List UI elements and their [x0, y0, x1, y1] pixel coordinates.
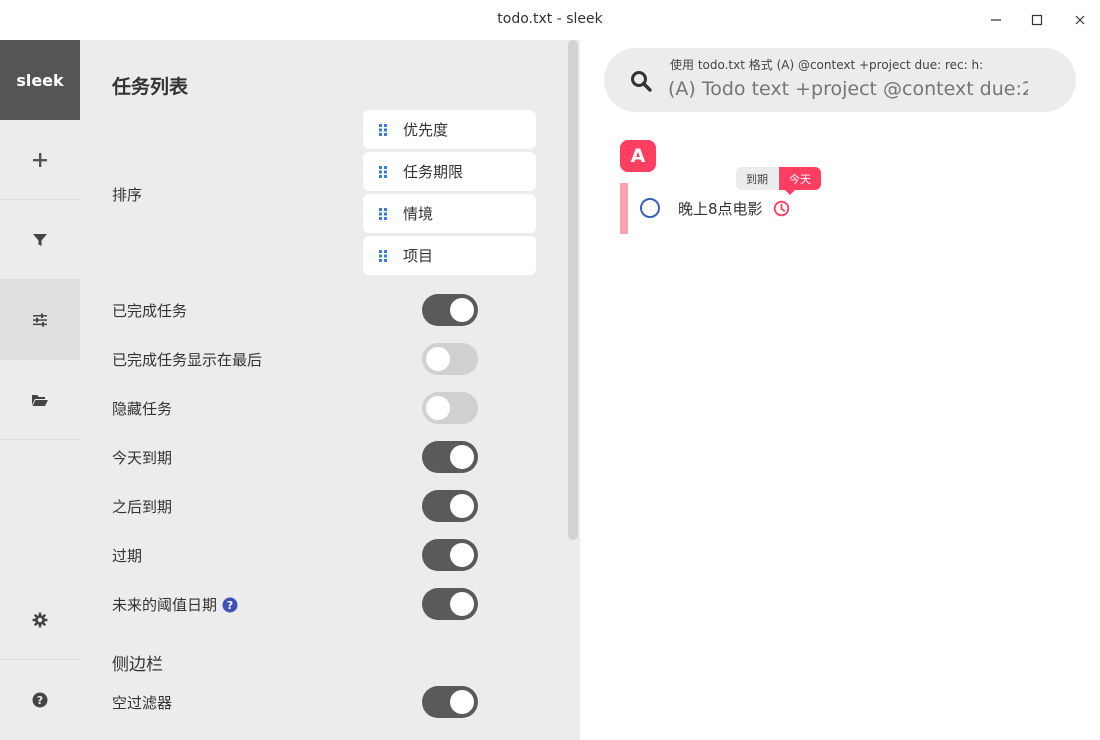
- todo-input-bar: 使用 todo.txt 格式 (A) @context +project due…: [604, 48, 1076, 112]
- search-icon[interactable]: [630, 70, 652, 96]
- svg-text:?: ?: [37, 694, 43, 707]
- setting-label: 已完成任务: [112, 302, 188, 320]
- future-threshold-toggle[interactable]: [422, 588, 478, 620]
- folder-open-icon: [32, 394, 48, 406]
- due-later-toggle[interactable]: [422, 490, 478, 522]
- maximize-icon: [1031, 14, 1043, 26]
- due-tooltip-label: 到期: [736, 167, 778, 190]
- sort-item-due[interactable]: 任务期限: [363, 152, 536, 191]
- setting-label: 隐藏任务: [112, 400, 173, 418]
- task-list-heading: 任务列表: [112, 76, 189, 98]
- sort-item-priority[interactable]: 优先度: [363, 110, 536, 149]
- sort-item-label: 优先度: [403, 121, 449, 139]
- setting-label: 已完成任务显示在最后: [112, 351, 263, 369]
- setting-completed-tasks: 已完成任务: [112, 294, 478, 326]
- priority-color-bar: [620, 183, 628, 234]
- setting-label-text: 未来的阈值日期: [112, 596, 218, 614]
- filter-button[interactable]: [0, 200, 80, 280]
- sort-item-label: 项目: [403, 247, 434, 265]
- todo-item[interactable]: 晚上8点电影: [640, 193, 790, 223]
- sort-label: 排序: [112, 186, 143, 204]
- toggle-knob: [450, 690, 474, 714]
- setting-due-today: 今天到期: [112, 441, 478, 473]
- hidden-tasks-toggle[interactable]: [422, 392, 478, 424]
- toggle-knob: [426, 347, 450, 371]
- maximize-button[interactable]: [1027, 10, 1047, 30]
- sliders-icon: [33, 313, 47, 327]
- filter-icon: [33, 233, 47, 246]
- todo-text: 晚上8点电影: [678, 199, 763, 218]
- toggle-knob: [450, 445, 474, 469]
- sort-order-list: 优先度 任务期限 情境 项目: [363, 110, 536, 278]
- setting-hidden-tasks: 隐藏任务: [112, 392, 478, 424]
- app-logo: sleek: [0, 40, 80, 120]
- completed-tasks-toggle[interactable]: [422, 294, 478, 326]
- sort-item-project[interactable]: 项目: [363, 236, 536, 275]
- setting-overdue: 过期: [112, 539, 478, 571]
- drag-handle-icon[interactable]: [363, 123, 403, 137]
- due-tooltip-value: 今天: [779, 167, 821, 190]
- setting-future-threshold: 未来的阈值日期 ?: [112, 588, 478, 620]
- setting-label: 今天到期: [112, 449, 173, 467]
- sort-item-context[interactable]: 情境: [363, 194, 536, 233]
- help-icon: ?: [32, 692, 48, 708]
- view-settings-panel: 任务列表 排序 优先度 任务期限 情境 项目 已完成任务 已完成任务显示在最后 …: [80, 40, 580, 740]
- svg-text:?: ?: [227, 599, 233, 612]
- close-icon: [1075, 15, 1085, 25]
- drag-handle-icon[interactable]: [363, 249, 403, 263]
- sidebar-nav: sleek ?: [0, 40, 80, 740]
- complete-checkbox[interactable]: [640, 198, 660, 218]
- empty-filters-toggle[interactable]: [422, 686, 478, 718]
- add-todo-button[interactable]: [0, 120, 80, 200]
- completed-last-toggle[interactable]: [422, 343, 478, 375]
- view-settings-button[interactable]: [0, 280, 80, 360]
- todo-input[interactable]: [668, 76, 1028, 102]
- gear-icon: [32, 612, 48, 627]
- toggle-knob: [450, 494, 474, 518]
- setting-label: 空过滤器: [112, 694, 173, 712]
- priority-group-badge: A: [620, 140, 656, 172]
- setting-completed-last: 已完成任务显示在最后: [112, 343, 478, 375]
- sidebar-section-heading: 侧边栏: [112, 655, 163, 675]
- input-format-hint: 使用 todo.txt 格式 (A) @context +project due…: [670, 58, 984, 72]
- todo-main-area: 使用 todo.txt 格式 (A) @context +project due…: [580, 40, 1100, 740]
- drag-handle-icon[interactable]: [363, 165, 403, 179]
- due-today-toggle[interactable]: [422, 441, 478, 473]
- plus-icon: [33, 152, 47, 167]
- minimize-button[interactable]: [986, 10, 1006, 30]
- setting-label: 之后到期: [112, 498, 173, 516]
- minimize-icon: [991, 19, 1001, 21]
- title-bar: todo.txt - sleek: [0, 0, 1100, 40]
- help-circle-icon[interactable]: ?: [222, 597, 238, 613]
- setting-empty-filters: 空过滤器: [112, 686, 478, 718]
- setting-label: 未来的阈值日期 ?: [112, 594, 238, 615]
- toggle-knob: [450, 543, 474, 567]
- drag-handle-icon[interactable]: [363, 207, 403, 221]
- overdue-toggle[interactable]: [422, 539, 478, 571]
- toggle-knob: [450, 298, 474, 322]
- settings-scrollbar[interactable]: [568, 40, 578, 540]
- window-title: todo.txt - sleek: [497, 11, 603, 27]
- sort-item-label: 情境: [403, 205, 434, 223]
- open-file-button[interactable]: [0, 360, 80, 440]
- clock-icon[interactable]: [773, 200, 790, 217]
- toggle-knob: [450, 592, 474, 616]
- toggle-knob: [426, 396, 450, 420]
- close-button[interactable]: [1070, 10, 1090, 30]
- help-button[interactable]: ?: [0, 660, 80, 740]
- settings-button[interactable]: [0, 580, 80, 660]
- sort-item-label: 任务期限: [403, 163, 464, 181]
- setting-label: 过期: [112, 547, 143, 565]
- setting-due-later: 之后到期: [112, 490, 478, 522]
